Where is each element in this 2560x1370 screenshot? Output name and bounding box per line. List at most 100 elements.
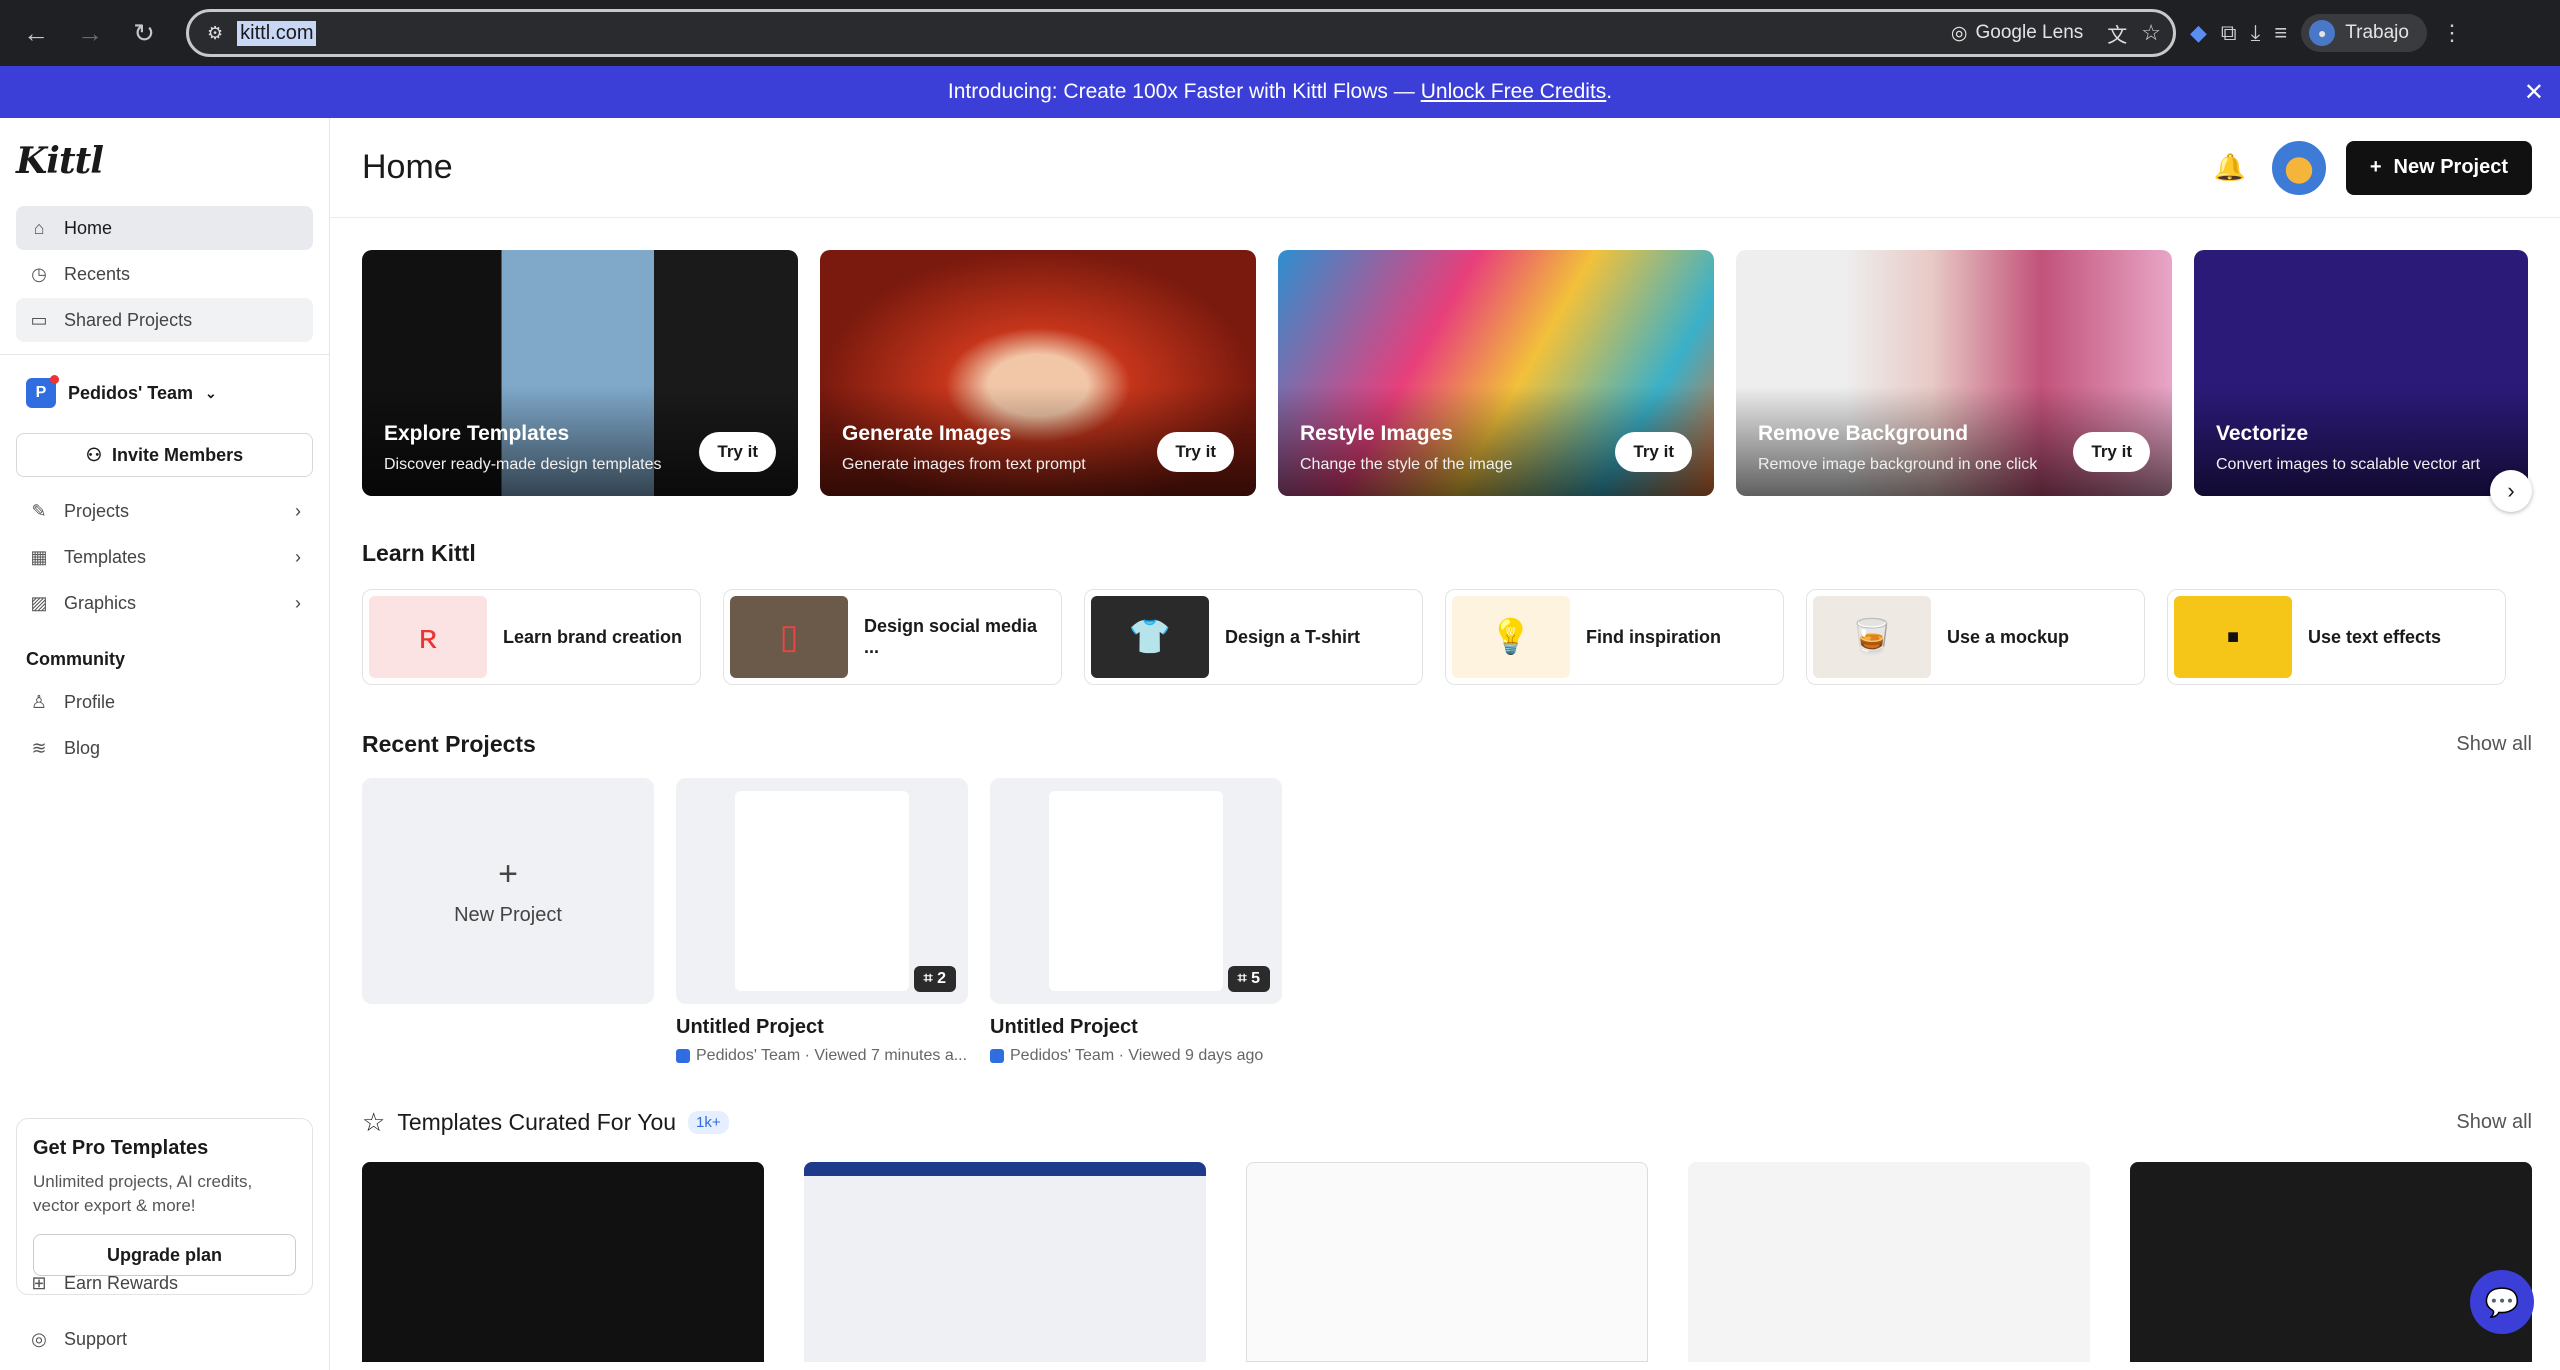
browser-menu-icon[interactable]: ⋮ — [2441, 20, 2463, 46]
pro-title: Get Pro Templates — [33, 1137, 209, 1159]
invite-members-button[interactable]: ⚇ Invite Members — [16, 433, 313, 477]
star-icon: ☆ — [362, 1107, 386, 1137]
chevron-right-icon: › — [295, 500, 301, 521]
chevron-right-icon: › — [295, 546, 301, 567]
show-all-recent-link[interactable]: Show all — [2456, 733, 2532, 756]
template-card[interactable] — [1246, 1162, 1649, 1362]
project-thumbnail — [735, 791, 909, 991]
gift-icon: ⊞ — [31, 1272, 47, 1293]
tool-card-vectorize[interactable]: Vectorize Convert images to scalable vec… — [2194, 250, 2528, 496]
back-icon[interactable]: ← — [16, 13, 56, 53]
kittl-logo[interactable]: Kittl — [16, 118, 313, 206]
folder-icon: ▭ — [30, 309, 48, 330]
count-badge: 1k+ — [688, 1111, 729, 1134]
chat-icon[interactable]: 💬 — [2470, 1270, 2534, 1334]
sidebar-item-shared-projects[interactable]: ▭ Shared Projects — [16, 298, 313, 342]
pro-description: Unlimited projects, AI credits, vector e… — [33, 1172, 253, 1215]
social-thumbnail: ▯ — [730, 596, 848, 678]
home-icon: ⌂ — [33, 217, 45, 238]
promo-banner: Introducing: Create 100x Faster with Kit… — [0, 66, 2560, 118]
team-badge: P — [26, 375, 59, 408]
project-card[interactable]: ⌗ 2 Untitled Project Pedidos' Team · Vie… — [676, 778, 968, 1065]
try-it-button[interactable]: Try it — [2073, 432, 2150, 472]
tool-card-remove-background[interactable]: Remove Background Remove image backgroun… — [1736, 250, 2172, 496]
extension-tag-icon[interactable]: ◆ — [2190, 20, 2207, 46]
try-it-button[interactable]: Try it — [699, 432, 776, 472]
sidebar-item-graphics[interactable]: ▨ Graphics › — [16, 581, 313, 625]
profile-avatar: ● — [2309, 20, 2336, 46]
sidebar-item-home[interactable]: ⌂ Home — [16, 206, 313, 250]
page-title: Home — [362, 148, 453, 186]
brand-thumbnail: ʀ — [369, 596, 487, 678]
plus-icon: + — [2369, 156, 2382, 178]
tool-card-explore-templates[interactable]: Explore Templates Discover ready-made de… — [362, 250, 798, 496]
sidebar-item-projects[interactable]: ✎ Projects › — [16, 489, 313, 533]
bookmark-star-icon[interactable]: ☆ — [2141, 20, 2161, 46]
divider — [0, 354, 329, 355]
learn-card-tshirt[interactable]: 👕 Design a T-shirt — [1084, 589, 1423, 685]
project-card[interactable]: ⌗ 5 Untitled Project Pedidos' Team · Vie… — [990, 778, 1282, 1065]
learn-card-social[interactable]: ▯ Design social media ... — [723, 589, 1062, 685]
sidebar-item-recents[interactable]: ◷ Recents — [16, 252, 313, 296]
recent-projects-list: + New Project ⌗ 2 Untitled Project Pedid… — [362, 778, 2532, 1065]
google-lens-button[interactable]: ◎ Google Lens — [1941, 22, 2093, 45]
learn-card-inspiration[interactable]: 💡 Find inspiration — [1445, 589, 1784, 685]
template-card[interactable] — [2130, 1162, 2533, 1362]
chevron-down-icon: ⌄ — [204, 384, 217, 401]
tool-card-generate-images[interactable]: Generate Images Generate images from tex… — [820, 250, 1256, 496]
close-icon[interactable]: ✕ — [2524, 78, 2544, 107]
carousel-next-button[interactable]: › — [2490, 470, 2532, 512]
user-plus-icon: ⚇ — [85, 444, 103, 465]
tshirt-thumbnail: 👕 — [1091, 596, 1209, 678]
try-it-button[interactable]: Try it — [1157, 432, 1234, 472]
translate-icon[interactable]: 文 — [2107, 19, 2127, 48]
rss-icon: ≋ — [31, 737, 47, 758]
reload-icon[interactable]: ↻ — [124, 13, 164, 53]
learn-list: ʀ Learn brand creation ▯ Design social m… — [362, 589, 2532, 685]
artboard-count: ⌗ 2 — [913, 966, 956, 992]
try-it-button[interactable]: Try it — [1615, 432, 1692, 472]
browser-toolbar: ← → ↻ ⚙ kittl.com ◎ Google Lens 文 ☆ ◆ ⧉ ⤓… — [0, 0, 2560, 66]
url-text[interactable]: kittl.com — [237, 20, 317, 46]
support-icon: ◎ — [31, 1328, 47, 1349]
team-mini-badge — [990, 1049, 1004, 1063]
download-icon[interactable]: ⤓ — [2251, 20, 2261, 46]
new-project-card[interactable]: + New Project — [362, 778, 654, 1065]
unlock-credits-link[interactable]: Unlock Free Credits — [1421, 80, 1607, 104]
chevron-right-icon: › — [295, 592, 301, 613]
tools-carousel: Explore Templates Discover ready-made de… — [362, 250, 2532, 496]
tool-card-restyle-images[interactable]: Restyle Images Change the style of the i… — [1278, 250, 1714, 496]
lightbulb-icon: 💡 — [1452, 596, 1570, 678]
team-mini-badge — [676, 1049, 690, 1063]
template-card[interactable] — [1688, 1162, 2091, 1362]
address-bar[interactable]: ⚙ kittl.com ◎ Google Lens 文 ☆ — [186, 9, 2176, 57]
new-project-button[interactable]: + New Project — [2345, 140, 2532, 195]
sidebar-item-support[interactable]: ◎ Support — [16, 1312, 313, 1366]
edit-icon: ✎ — [31, 500, 47, 521]
sidebar-item-earn-rewards[interactable]: ⊞ Earn Rewards — [16, 1256, 313, 1310]
community-heading: Community — [26, 649, 125, 669]
site-settings-icon[interactable]: ⚙ — [207, 23, 223, 44]
show-all-templates-link[interactable]: Show all — [2456, 1111, 2532, 1134]
sidebar-item-templates[interactable]: ▦ Templates › — [16, 535, 313, 579]
sidebar-item-blog[interactable]: ≋ Blog — [16, 726, 313, 770]
media-control-icon[interactable]: ≡ — [2274, 20, 2287, 46]
profile-chip[interactable]: ● Trabajo — [2301, 14, 2427, 52]
sidebar-item-profile[interactable]: ♙ Profile — [16, 680, 313, 724]
extensions-icon[interactable]: ⧉ — [2221, 20, 2237, 46]
learn-card-mockup[interactable]: 🥃 Use a mockup — [1806, 589, 2145, 685]
curated-heading: Templates Curated For You — [397, 1109, 677, 1135]
team-switcher[interactable]: P Pedidos' Team ⌄ — [16, 367, 313, 419]
avatar[interactable] — [2271, 140, 2326, 195]
plus-icon: + — [498, 855, 518, 893]
project-thumbnail — [1049, 791, 1223, 991]
learn-kittl-heading: Learn Kittl — [362, 540, 476, 566]
template-card[interactable] — [804, 1162, 1206, 1362]
user-icon: ♙ — [30, 691, 48, 712]
forward-icon[interactable]: → — [70, 13, 110, 53]
learn-card-text-effects[interactable]: ■ Use text effects — [2167, 589, 2506, 685]
sidebar: Kittl ⌂ Home ◷ Recents ▭ Shared Projects… — [0, 118, 330, 1370]
bell-icon[interactable]: 🔔 — [2213, 152, 2245, 183]
learn-card-brand[interactable]: ʀ Learn brand creation — [362, 589, 701, 685]
template-card[interactable] — [362, 1162, 764, 1362]
